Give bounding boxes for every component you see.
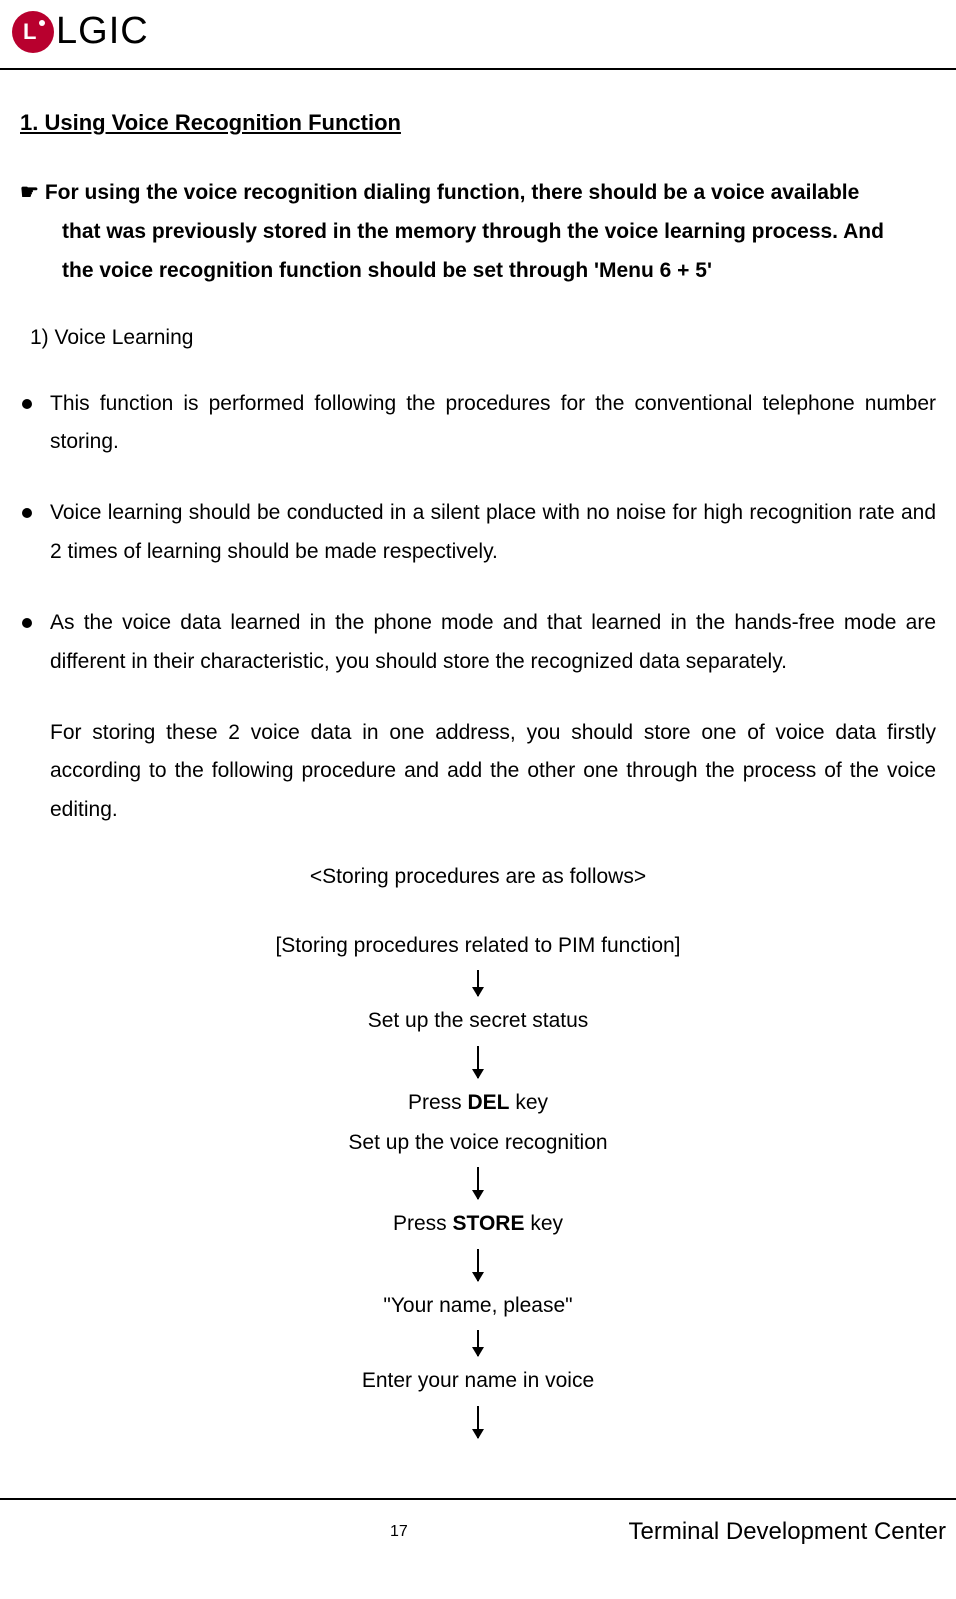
- page-number: 17: [390, 1523, 408, 1541]
- note-block: ☛ For using the voice recognition dialing…: [20, 174, 936, 291]
- bullet-text: This function is performed following the…: [50, 385, 936, 463]
- continuation-paragraph: For storing these 2 voice data in one ad…: [50, 714, 936, 831]
- section-heading: 1. Using Voice Recognition Function: [20, 110, 936, 136]
- bullet-icon: [22, 618, 32, 628]
- logo-text: LGIC: [56, 10, 149, 53]
- bullet-icon: [22, 399, 32, 409]
- bullet-item: As the voice data learned in the phone m…: [20, 604, 936, 682]
- arrow-down-icon: [477, 1406, 479, 1438]
- step-key-bold: DEL: [468, 1091, 510, 1114]
- step-item: Press STORE key: [20, 1207, 936, 1241]
- subsection-heading: 1) Voice Learning: [30, 326, 936, 350]
- arrow-down-icon: [477, 1046, 479, 1078]
- bullet-item: This function is performed following the…: [20, 385, 936, 463]
- bullet-text: Voice learning should be conducted in a …: [50, 494, 936, 572]
- header: L LGIC: [0, 0, 956, 70]
- logo-letter: L: [23, 19, 36, 45]
- step-prefix: Press: [393, 1212, 453, 1235]
- arrow-down-icon: [477, 1330, 479, 1356]
- procedures-title: <Storing procedures are as follows>: [20, 860, 936, 894]
- arrow-down-icon: [477, 1249, 479, 1281]
- procedures-block: <Storing procedures are as follows> [Sto…: [20, 860, 936, 1438]
- arrow-down-icon: [477, 970, 479, 996]
- pointer-icon: ☛: [20, 174, 39, 213]
- note-line1: For using the voice recognition dialing …: [45, 181, 859, 204]
- footer: 17 Terminal Development Center: [0, 1498, 956, 1566]
- step-suffix: key: [510, 1091, 549, 1114]
- step-item: Press DEL key: [20, 1086, 936, 1120]
- bullet-item: Voice learning should be conducted in a …: [20, 494, 936, 572]
- bullet-icon: [22, 508, 32, 518]
- note-line2: that was previously stored in the memory…: [20, 213, 884, 252]
- logo-dot: [39, 20, 45, 26]
- step-item: Set up the voice recognition: [20, 1126, 936, 1160]
- step-item: Enter your name in voice: [20, 1364, 936, 1398]
- content: 1. Using Voice Recognition Function ☛ For…: [0, 110, 956, 1438]
- lg-logo-icon: L: [12, 11, 54, 53]
- arrow-down-icon: [477, 1167, 479, 1199]
- step-prefix: Press: [408, 1091, 468, 1114]
- step-item: "Your name, please": [20, 1289, 936, 1323]
- bullet-text: As the voice data learned in the phone m…: [50, 604, 936, 682]
- step-item: [Storing procedures related to PIM funct…: [20, 929, 936, 963]
- step-key-bold: STORE: [453, 1212, 525, 1235]
- step-suffix: key: [524, 1212, 563, 1235]
- note-line3: the voice recognition function should be…: [20, 252, 712, 291]
- footer-center-name: Terminal Development Center: [629, 1518, 946, 1546]
- step-item: Set up the secret status: [20, 1004, 936, 1038]
